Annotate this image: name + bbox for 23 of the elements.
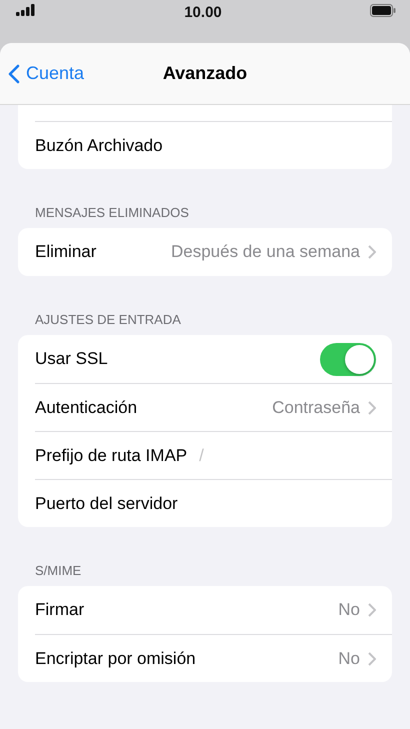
- nav-title: Avanzado: [162, 63, 248, 84]
- settings-row[interactable]: Eliminar Después de una semana: [35, 228, 376, 276]
- chevron-icon: [368, 400, 376, 414]
- battery-icon: [370, 4, 396, 17]
- input-field[interactable]: /: [197, 444, 410, 466]
- chevron-icon: [368, 245, 376, 259]
- signal-icon: [16, 4, 36, 16]
- toggle-switch[interactable]: [320, 342, 376, 376]
- status-time: 10.00: [184, 4, 222, 21]
- settings-row[interactable]: Autenticación Contraseña: [35, 384, 376, 431]
- row-label: Buzón Archivado: [35, 136, 163, 156]
- settings-row[interactable]: Firmar No: [35, 586, 376, 634]
- row-label: Puerto del servidor: [35, 494, 178, 514]
- section-header: S/MIME: [34, 562, 82, 580]
- row-label: Usar SSL: [35, 349, 108, 369]
- section-header: AJUSTES DE ENTRADA: [34, 311, 182, 329]
- chevron-icon: [368, 652, 376, 666]
- row-label: Prefijo de ruta IMAP: [35, 446, 188, 466]
- settings-row[interactable]: Encriptar por omisión No: [35, 635, 376, 682]
- chevron-icon: [368, 603, 376, 617]
- section-header: MENSAJES ELIMINADOS: [34, 204, 190, 222]
- back-button[interactable]: Cuenta: [0, 63, 84, 84]
- back-chevron-icon: [8, 64, 20, 84]
